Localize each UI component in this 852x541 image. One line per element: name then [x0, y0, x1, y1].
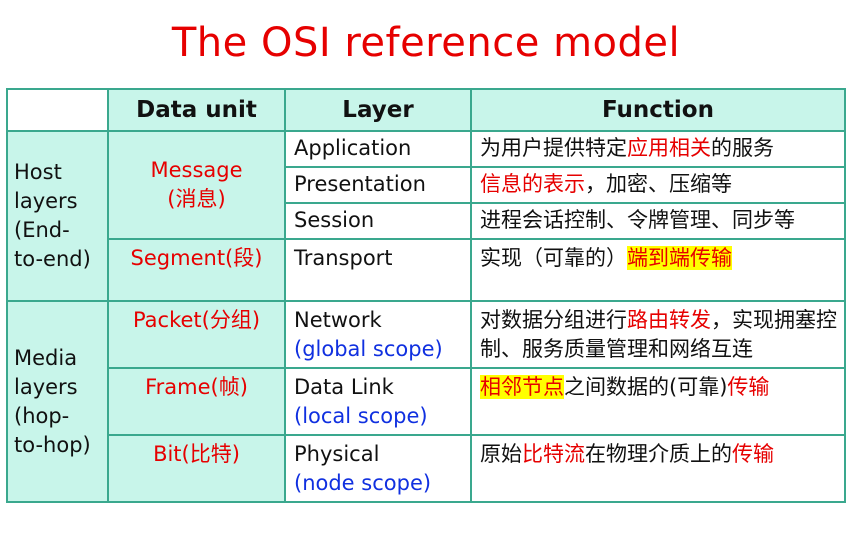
message-unit-cell: Message (消息) [107, 130, 286, 240]
layer-datalink-cell: Data Link (local scope) [284, 367, 472, 436]
table-row: Bit(比特) Physical (node scope) 原始比特流在物理介质… [7, 434, 846, 503]
table-row: Segment(段) Transport 实现（可靠的）端到端传输 [7, 238, 846, 302]
network-scope: (global scope) [294, 337, 443, 361]
fn-text: 原始 [480, 442, 522, 466]
corner-cell [6, 88, 109, 132]
host-line4: to-end) [14, 247, 91, 271]
bit-unit: Bit(比特) [153, 442, 240, 466]
function-transport: 实现（可靠的）端到端传输 [470, 238, 846, 302]
fn-highlight-text: 端到端传输 [627, 246, 732, 270]
fn-text: 进程会话控制、令牌管理、同步等 [480, 208, 795, 232]
segment-unit-cell: Segment(段) [107, 238, 286, 302]
layer-network: Network [294, 308, 382, 332]
segment-unit: Segment(段) [130, 246, 263, 270]
media-line4: to-hop) [14, 432, 91, 457]
osi-table: Data unit Layer Function Host layers (En… [6, 88, 846, 503]
header-layer: Layer [284, 88, 472, 132]
fn-text: 为用户提供特定 [480, 136, 627, 160]
frame-unit-cell: Frame(帧) [107, 367, 286, 436]
message-unit-cn: (消息) [167, 187, 226, 211]
function-datalink: 相邻节点之间数据的(可靠)传输 [470, 367, 846, 436]
layer-physical: Physical [294, 442, 380, 466]
table-row: Media layers (hop- to-hop) Packet(分组) Ne… [6, 300, 846, 503]
layer-presentation: Presentation [284, 166, 472, 204]
table-row: Frame(帧) Data Link (local scope) 相邻节点之间数… [7, 367, 846, 436]
media-line1: Media [14, 345, 78, 370]
layer-network-cell: Network (global scope) [284, 300, 472, 369]
header-row: Data unit Layer Function [6, 88, 846, 132]
host-layers-cell: Host layers (End- to-end) [6, 130, 109, 302]
message-unit: Message [150, 158, 243, 182]
function-physical: 原始比特流在物理介质上的传输 [470, 434, 846, 503]
page-title: The OSI reference model [171, 20, 681, 66]
frame-unit: Frame(帧) [145, 375, 248, 399]
fn-text: 的服务 [711, 136, 774, 160]
fn-red-text: 信息的表示 [480, 172, 585, 196]
fn-highlight-text: 相邻节点 [480, 375, 564, 399]
function-session: 进程会话控制、令牌管理、同步等 [470, 202, 846, 240]
datalink-scope: (local scope) [294, 404, 428, 428]
layer-datalink: Data Link [294, 375, 394, 399]
media-layers-cell: Media layers (hop- to-hop) [6, 300, 109, 503]
layer-transport: Transport [284, 238, 472, 302]
function-presentation: 信息的表示，加密、压缩等 [470, 166, 846, 204]
function-network: 对数据分组进行路由转发，实现拥塞控制、服务质量管理和网络互连 [470, 300, 846, 369]
packet-unit: Packet(分组) [132, 308, 261, 332]
fn-red-text: 应用相关 [627, 136, 711, 160]
packet-unit-cell: Packet(分组) [107, 300, 286, 369]
media-line2: layers [14, 374, 78, 399]
fn-text: 对数据分组进行 [480, 308, 627, 332]
media-line3: (hop- [14, 403, 70, 428]
layer-physical-cell: Physical (node scope) [284, 434, 472, 503]
fn-red-text: 比特流 [522, 442, 585, 466]
host-line3: (End- [14, 218, 70, 242]
bit-unit-cell: Bit(比特) [107, 434, 286, 503]
host-line2: layers [14, 189, 78, 213]
fn-text: 之间数据的(可靠) [564, 375, 728, 399]
physical-scope: (node scope) [294, 471, 432, 495]
fn-text: ，加密、压缩等 [585, 172, 732, 196]
host-line1: Host [14, 160, 62, 184]
layer-application: Application [284, 130, 472, 168]
fn-text: 实现（可靠的） [480, 246, 627, 270]
header-data-unit: Data unit [107, 88, 286, 132]
fn-red-text: 传输 [732, 442, 774, 466]
layer-session: Session [284, 202, 472, 240]
header-function: Function [470, 88, 846, 132]
fn-red-text: 传输 [727, 375, 770, 399]
fn-text: 在物理介质上的 [585, 442, 732, 466]
function-application: 为用户提供特定应用相关的服务 [470, 130, 846, 168]
fn-red-text: 路由转发 [627, 308, 711, 332]
table-row: Host layers (End- to-end) Message (消息) A… [6, 130, 846, 302]
